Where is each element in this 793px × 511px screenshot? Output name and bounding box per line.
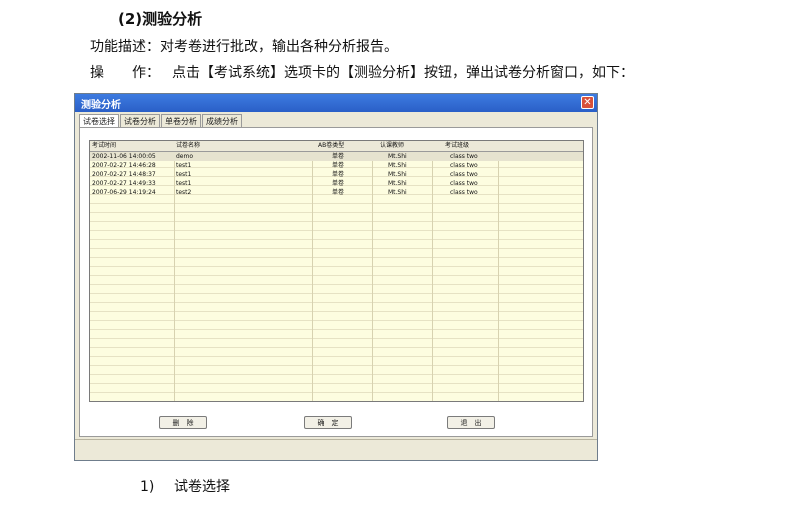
window-title: 测验分析 <box>81 100 121 111</box>
doc-heading: (2)测验分析 <box>118 10 203 28</box>
cell-ab-type: 单卷 <box>332 171 345 178</box>
table-row[interactable]: 2007-02-27 14:46:28 test1 单卷 Mt.Shi clas… <box>90 161 583 170</box>
table-row[interactable]: 2007-06-29 14:19:24 test2 单卷 Mt.Shi clas… <box>90 188 583 197</box>
cell-teacher: Mt.Shi <box>388 189 407 196</box>
paper-table[interactable]: 考试时间 试卷名称 AB卷类型 认课教师 考试班级 2002-11-06 14:… <box>89 140 584 402</box>
cell-ab-type: 单卷 <box>332 180 345 187</box>
cell-paper-name: test1 <box>176 180 192 187</box>
confirm-button[interactable]: 确 定 <box>304 416 352 429</box>
operation-line: 操 作： 点击【考试系统】选项卡的【测验分析】按钮，弹出试卷分析窗口，如下： <box>90 62 634 82</box>
exit-button[interactable]: 退 出 <box>447 416 495 429</box>
column-header-ab-type[interactable]: AB卷类型 <box>318 141 344 150</box>
column-header-class[interactable]: 考试班级 <box>445 141 469 150</box>
cell-paper-name: test1 <box>176 171 192 178</box>
window-titlebar: 测验分析 ✕ <box>75 94 597 112</box>
operation-text: 点击【考试系统】选项卡的【测验分析】按钮，弹出试卷分析窗口，如下： <box>172 65 634 81</box>
cell-paper-name: test2 <box>176 189 192 196</box>
status-bar <box>75 439 597 460</box>
cell-paper-name: test1 <box>176 162 192 169</box>
cell-exam-time: 2007-02-27 14:49:33 <box>92 180 156 187</box>
tab-single-analysis[interactable]: 单卷分析 <box>161 114 201 128</box>
cell-class: class two <box>450 171 478 178</box>
cell-exam-time: 2007-06-29 14:19:24 <box>92 189 156 196</box>
column-header-exam-time[interactable]: 考试时间 <box>92 141 116 150</box>
table-header: 考试时间 试卷名称 AB卷类型 认课教师 考试班级 <box>90 141 583 152</box>
cell-class: class two <box>450 189 478 196</box>
cell-teacher: Mt.Shi <box>388 180 407 187</box>
close-icon[interactable]: ✕ <box>581 96 594 109</box>
subsection-title: 试卷选择 <box>174 479 230 495</box>
cell-teacher: Mt.Shi <box>388 171 407 178</box>
test-analysis-window: 测验分析 ✕ 试卷选择 试卷分析 单卷分析 成绩分析 考试时间 试卷名称 AB卷… <box>74 93 598 461</box>
cell-teacher: Mt.Shi <box>388 162 407 169</box>
operation-label: 操 作： <box>90 65 160 81</box>
cell-ab-type: 单卷 <box>332 153 345 160</box>
tab-panel: 考试时间 试卷名称 AB卷类型 认课教师 考试班级 2002-11-06 14:… <box>79 127 593 437</box>
cell-class: class two <box>450 162 478 169</box>
cell-exam-time: 2007-02-27 14:46:28 <box>92 162 156 169</box>
column-header-paper-name[interactable]: 试卷名称 <box>176 141 200 150</box>
subsection-number: 1) <box>140 479 155 495</box>
subsection-heading: 1) 试卷选择 <box>140 476 230 496</box>
table-row[interactable]: 2007-02-27 14:49:33 test1 单卷 Mt.Shi clas… <box>90 179 583 188</box>
table-row[interactable]: 2007-02-27 14:48:37 test1 单卷 Mt.Shi clas… <box>90 170 583 179</box>
table-row[interactable]: 2002-11-06 14:00:05 demo 单卷 Mt.Shi class… <box>90 152 583 161</box>
cell-paper-name: demo <box>176 153 194 160</box>
delete-button[interactable]: 删 除 <box>159 416 207 429</box>
cell-teacher: Mt.Shi <box>388 153 407 160</box>
cell-class: class two <box>450 180 478 187</box>
tab-bar: 试卷选择 试卷分析 单卷分析 成绩分析 <box>79 114 243 129</box>
column-header-teacher[interactable]: 认课教师 <box>380 141 404 150</box>
cell-ab-type: 单卷 <box>332 162 345 169</box>
cell-class: class two <box>450 153 478 160</box>
cell-exam-time: 2007-02-27 14:48:37 <box>92 171 156 178</box>
tab-paper-analysis[interactable]: 试卷分析 <box>120 114 160 128</box>
function-description: 功能描述：对考卷进行批改，输出各种分析报告。 <box>90 39 398 55</box>
cell-ab-type: 单卷 <box>332 189 345 196</box>
cell-exam-time: 2002-11-06 14:00:05 <box>92 153 156 160</box>
tab-score-analysis[interactable]: 成绩分析 <box>202 114 242 128</box>
